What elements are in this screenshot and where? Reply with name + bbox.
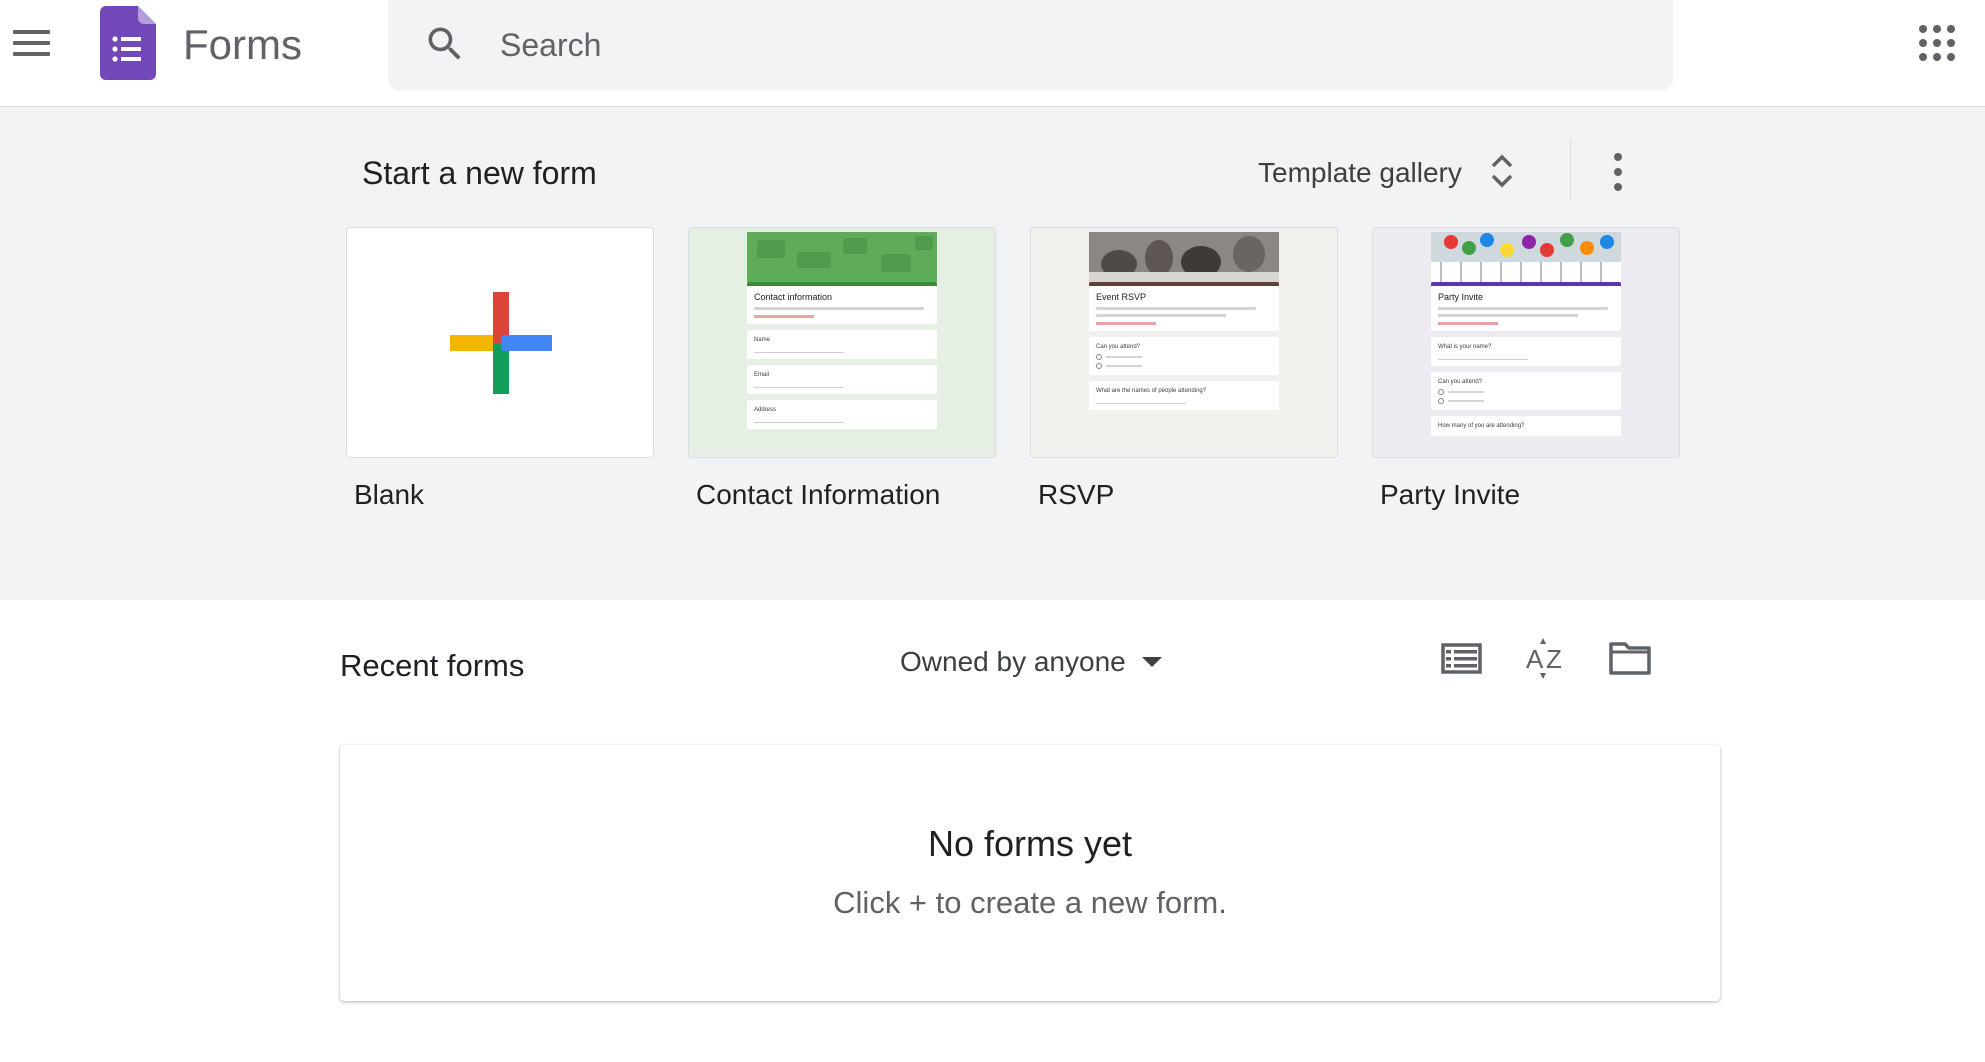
template-gallery-label: Template gallery [1258, 157, 1462, 188]
start-new-form-title: Start a new form [362, 155, 597, 191]
thumbnail-form-title: Contact information [754, 292, 833, 302]
thumbnail-form-title: Party Invite [1438, 292, 1484, 302]
thumbnail-question: Can you attend? [1096, 344, 1141, 350]
thumbnail-question: Address [754, 407, 777, 413]
thumbnail-header-image [747, 232, 937, 282]
search-icon[interactable] [423, 22, 467, 71]
more-vert-icon[interactable] [1598, 147, 1638, 197]
owner-filter-label: Owned by anyone [900, 646, 1126, 677]
empty-state-title: No forms yet [927, 823, 1133, 864]
thumbnail-question: How many of you are attending? [1438, 423, 1525, 429]
template-gallery-button[interactable]: Template gallery [1240, 145, 1532, 201]
sort-az-icon[interactable]: A Z [1518, 632, 1574, 684]
search-bar[interactable] [388, 0, 1673, 91]
template-thumbnail: Event RSVP Can you attend? What are the … [1089, 232, 1279, 457]
unfold-more-icon [1490, 152, 1514, 195]
owner-filter-dropdown[interactable]: Owned by anyone [900, 640, 1162, 684]
thumbnail-question: What is your name? [1438, 344, 1492, 350]
empty-state-subtitle: Click + to create a new form. [833, 885, 1227, 920]
template-label-party-invite: Party Invite [1380, 479, 1521, 510]
folder-icon[interactable] [1602, 632, 1658, 684]
template-label-blank: Blank [354, 479, 425, 510]
template-card-rsvp[interactable]: Event RSVP Can you attend? What are the … [1030, 227, 1338, 458]
thumbnail-question: Email [754, 372, 770, 378]
thumbnail-question: Name [754, 337, 771, 343]
main-menu-icon[interactable] [10, 22, 54, 66]
template-label-rsvp: RSVP [1038, 479, 1115, 510]
forms-logo-icon[interactable] [100, 6, 156, 85]
template-thumbnail: Contact information Name Email Address [747, 232, 937, 457]
template-card-party-invite[interactable]: Party Invite What is your name? Can you … [1372, 227, 1680, 458]
thumbnail-question: Can you attend? [1438, 379, 1483, 385]
thumbnail-form-title: Event RSVP [1096, 292, 1147, 302]
template-section: Start a new form Template gallery Blank [0, 107, 1985, 600]
recent-forms-title: Recent forms [340, 648, 525, 683]
list-view-icon[interactable] [1434, 632, 1490, 684]
template-card-contact-information[interactable]: Contact information Name Email Address [688, 227, 996, 458]
app-header: Forms [0, 0, 1985, 107]
svg-text:Z: Z [1546, 644, 1562, 674]
toolbar-divider [1570, 139, 1571, 201]
search-input[interactable] [500, 22, 1600, 68]
thumbnail-header-image [1089, 232, 1279, 282]
template-thumbnail: Party Invite What is your name? Can you … [1431, 232, 1621, 457]
template-label-contact-information: Contact Information [696, 479, 941, 510]
template-card-blank[interactable] [346, 227, 654, 458]
google-apps-icon[interactable] [1919, 25, 1955, 61]
empty-forms-card: No forms yet Click + to create a new for… [340, 745, 1720, 1001]
app-title[interactable]: Forms [183, 22, 302, 68]
dropdown-arrow-icon [1141, 657, 1162, 667]
thumbnail-question: What are the names of people attending? [1096, 388, 1207, 394]
svg-text:A: A [1526, 644, 1544, 674]
thumbnail-header-image [1431, 232, 1621, 282]
plus-icon [450, 292, 552, 399]
